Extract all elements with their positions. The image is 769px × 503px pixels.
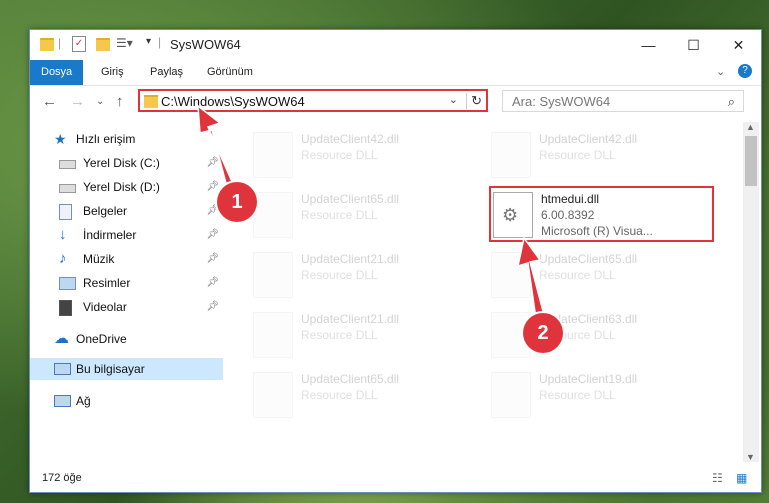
step-badge-2: 2 [523, 313, 563, 353]
step-badge-1: 1 [217, 182, 257, 222]
annotation-arrows [197, 104, 549, 334]
